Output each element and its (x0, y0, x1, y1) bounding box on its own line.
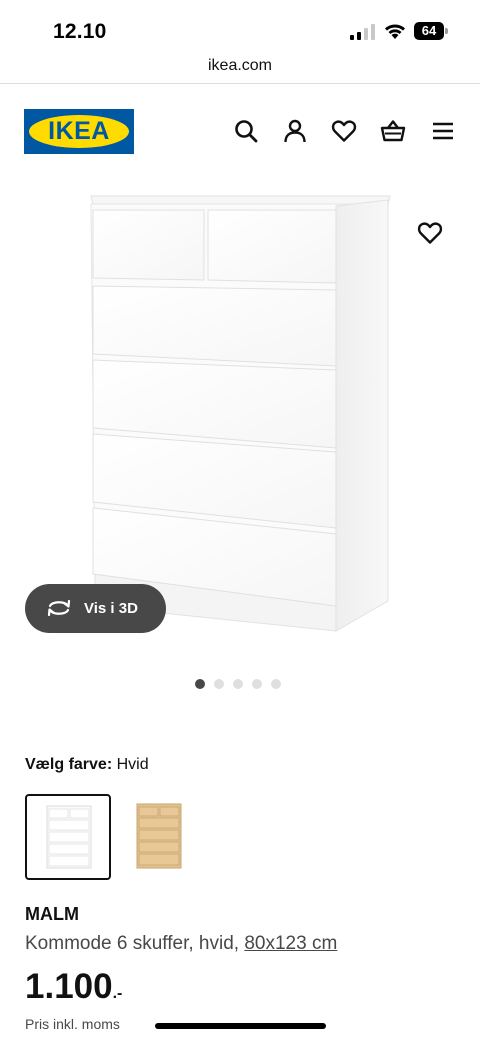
search-icon[interactable] (233, 118, 259, 144)
carousel-dot[interactable] (233, 679, 243, 689)
product-price: 1.100.- (25, 964, 122, 1017)
wifi-icon (385, 24, 405, 39)
rotate-3d-icon (47, 599, 71, 617)
account-icon[interactable] (282, 118, 308, 144)
product-name: MALM (25, 904, 79, 924)
price-suffix: .- (112, 985, 123, 1002)
battery-icon: 64 (414, 22, 448, 40)
carousel-dot[interactable] (252, 679, 262, 689)
favorites-icon[interactable] (331, 118, 357, 144)
menu-icon[interactable] (430, 118, 456, 144)
color-label: Vælg farve: (25, 756, 113, 773)
price-note: Pris inkl. moms (25, 1016, 120, 1032)
logo-text: IKEA (48, 117, 110, 145)
view-in-3d-label: Vis i 3D (84, 600, 138, 617)
product-size-link[interactable]: 80x123 cm (244, 933, 337, 954)
image-carousel-dots (195, 679, 281, 689)
selected-color: Hvid (116, 756, 149, 773)
url-text: ikea.com (207, 57, 273, 74)
ikea-logo[interactable]: IKEA (24, 109, 134, 154)
status-bar: 12.10 64 (0, 0, 480, 56)
site-header: IKEA (0, 84, 480, 180)
price-value: 1.100 (25, 967, 113, 1006)
color-selection-label: Vælg farve: Hvid (25, 756, 149, 774)
view-in-3d-button[interactable]: Vis i 3D (25, 584, 166, 633)
battery-level: 64 (421, 23, 437, 38)
home-indicator[interactable] (155, 1023, 326, 1029)
add-to-favorites-icon[interactable] (417, 220, 443, 246)
color-swatch-oak[interactable] (121, 794, 207, 880)
carousel-dot[interactable] (214, 679, 224, 689)
product-description-text: Kommode 6 skuffer, hvid, (25, 933, 240, 954)
oak-dresser-thumbnail (136, 803, 182, 869)
cart-icon[interactable] (380, 118, 406, 144)
address-bar[interactable]: ikea.com (0, 56, 480, 83)
clock: 12.10 (53, 20, 107, 43)
product-description: Kommode 6 skuffer, hvid, 80x123 cm (25, 933, 337, 955)
cellular-signal-icon (350, 24, 375, 40)
white-dresser-thumbnail (46, 805, 92, 869)
carousel-dot[interactable] (195, 679, 205, 689)
carousel-dot[interactable] (271, 679, 281, 689)
color-swatch-white[interactable] (25, 794, 111, 880)
